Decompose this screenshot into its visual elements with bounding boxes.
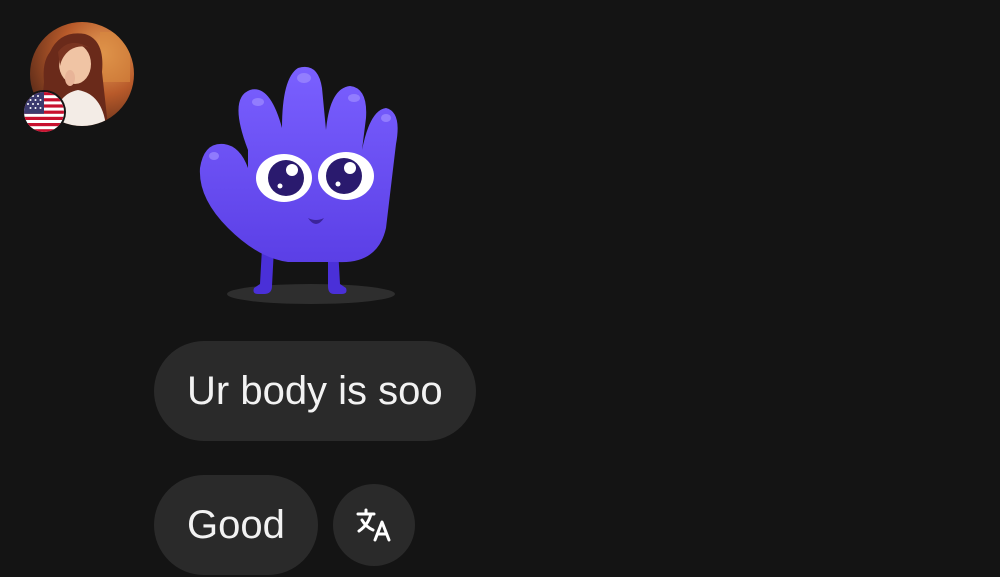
message-bubble[interactable]: Good <box>154 475 318 575</box>
translate-icon <box>356 508 391 542</box>
message-text: Ur body is soo <box>187 369 443 413</box>
message-text: Good <box>187 503 285 547</box>
message-bubble[interactable]: Ur body is soo <box>154 341 476 441</box>
waving-hand-mascot-sticker[interactable] <box>188 58 408 310</box>
sticker-shadow <box>227 284 395 304</box>
us-flag-icon <box>24 92 64 132</box>
translate-button[interactable] <box>333 484 415 566</box>
chat-screen: Ur body is soo Good <box>0 0 1000 577</box>
